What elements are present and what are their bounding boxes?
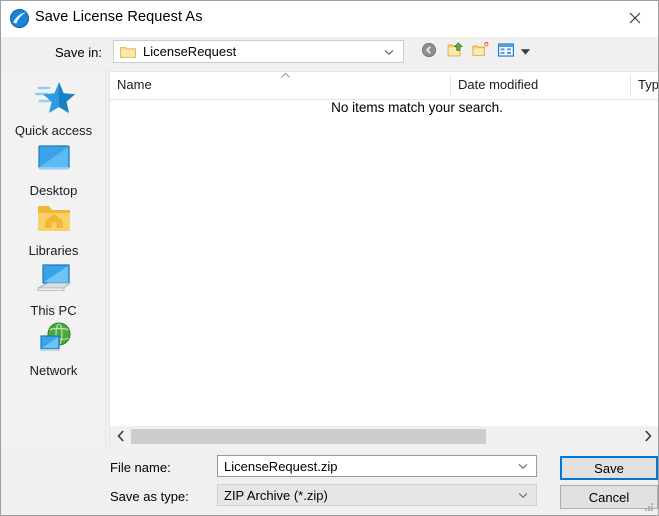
save-as-type-label: Save as type:	[110, 489, 189, 504]
views-button[interactable]	[496, 42, 516, 62]
save-in-label: Save in:	[55, 45, 102, 60]
chevron-down-icon[interactable]	[518, 486, 528, 504]
libraries-folder-icon	[2, 197, 105, 241]
monitor-icon	[2, 137, 105, 181]
new-folder-icon	[471, 41, 489, 63]
chevron-right-icon[interactable]	[639, 426, 657, 446]
empty-list-message: No items match your search.	[331, 100, 503, 115]
chevron-down-icon	[384, 43, 394, 61]
title-bar: Save License Request As	[1, 1, 658, 37]
sidebar-item-quick-access[interactable]: Quick access	[2, 77, 105, 138]
column-header-type[interactable]: Typ	[631, 72, 658, 98]
folder-up-arrow-icon	[447, 41, 464, 63]
sidebar-item-libraries[interactable]: Libraries	[2, 197, 105, 258]
computer-icon	[2, 257, 105, 301]
sidebar-item-desktop[interactable]: Desktop	[2, 137, 105, 198]
sidebar-item-label: Libraries	[28, 243, 79, 258]
save-button[interactable]: Save	[560, 456, 658, 480]
new-folder-button[interactable]	[470, 41, 490, 63]
save-as-dialog: Save License Request As Save in: License…	[0, 0, 659, 516]
sidebar-item-this-pc[interactable]: This PC	[2, 257, 105, 318]
save-in-value: LicenseRequest	[143, 44, 237, 59]
column-header-row: Name Date modified Typ	[110, 72, 658, 100]
views-grid-icon	[498, 42, 515, 62]
sidebar-item-label: Network	[29, 363, 78, 378]
close-icon[interactable]	[612, 1, 658, 35]
horizontal-scrollbar[interactable]	[109, 426, 658, 446]
sidebar-item-label: Desktop	[29, 183, 78, 198]
dropdown-triangle-icon	[520, 43, 531, 61]
window-title: Save License Request As	[35, 9, 203, 25]
sort-ascending-icon	[278, 72, 292, 82]
sidebar-item-network[interactable]: Network	[2, 317, 105, 378]
app-globe-icon	[10, 9, 29, 28]
back-button[interactable]	[419, 42, 439, 62]
views-dropdown-button[interactable]	[516, 42, 534, 62]
back-circle-icon	[421, 42, 437, 63]
file-list[interactable]: Name Date modified Typ No items match yo…	[109, 71, 658, 426]
folder-icon	[120, 45, 136, 59]
save-as-type-value: ZIP Archive (*.zip)	[224, 487, 328, 503]
star-icon	[2, 77, 105, 121]
save-as-type-combobox[interactable]: ZIP Archive (*.zip)	[217, 484, 537, 506]
network-globe-icon	[2, 317, 105, 361]
scrollbar-thumb[interactable]	[131, 429, 486, 444]
up-one-level-button[interactable]	[445, 41, 465, 63]
chevron-left-icon[interactable]	[112, 426, 130, 446]
places-bar: Quick access Desktop Libraries This PC N…	[2, 71, 106, 446]
resize-grip[interactable]	[643, 500, 655, 512]
file-name-label: File name:	[110, 460, 171, 475]
sidebar-item-label: This PC	[30, 303, 77, 318]
file-name-value: LicenseRequest.zip	[224, 458, 338, 474]
save-in-combobox[interactable]: LicenseRequest	[113, 40, 404, 63]
sidebar-item-label: Quick access	[14, 123, 93, 138]
chevron-down-icon[interactable]	[518, 457, 528, 475]
file-name-input[interactable]: LicenseRequest.zip	[217, 455, 537, 477]
column-header-date-modified[interactable]: Date modified	[451, 72, 631, 98]
